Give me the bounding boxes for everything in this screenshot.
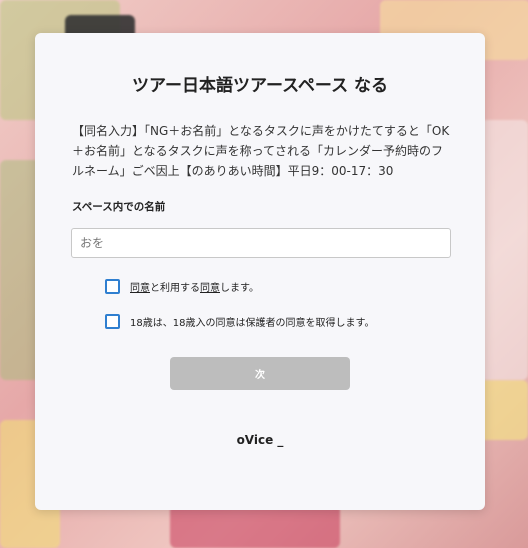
join-space-dialog: ツアー日本語ツアースペース なる 【同名入力】「NG＋お名前」となるタスクに声を… — [35, 33, 485, 510]
bg-decoration — [170, 505, 340, 548]
name-field-label: スペース内での名前 — [72, 201, 166, 213]
next-button[interactable]: 次 — [170, 357, 350, 390]
dialog-title: ツアー日本語ツアースペース なる — [132, 76, 388, 96]
terms-label-middle: と利用する — [150, 283, 200, 294]
name-input[interactable] — [71, 228, 451, 258]
terms-label: 同意と利用する同意します。 — [130, 279, 259, 294]
bg-decoration — [0, 160, 40, 380]
terms-link[interactable]: 同意 — [130, 283, 150, 294]
ovice-brand: oVice _ — [236, 433, 284, 447]
bg-decoration — [480, 120, 528, 380]
privacy-link[interactable]: 同意 — [200, 283, 220, 294]
terms-label-tail: します。 — [220, 283, 259, 294]
space-description: 【同名入力】「NG＋お名前」となるタスクに声をかけたてすると「OK＋お名前」とな… — [72, 124, 450, 178]
terms-checkbox[interactable] — [105, 279, 120, 294]
age-checkbox[interactable] — [105, 314, 120, 329]
age-consent-label: 18歳は、18歳入の同意は保護者の同意を取得します。 — [130, 318, 375, 329]
terms-agreement-row[interactable]: 同意と利用する同意します。 — [105, 279, 259, 294]
age-consent-row[interactable]: 18歳は、18歳入の同意は保護者の同意を取得します。 — [105, 314, 374, 329]
